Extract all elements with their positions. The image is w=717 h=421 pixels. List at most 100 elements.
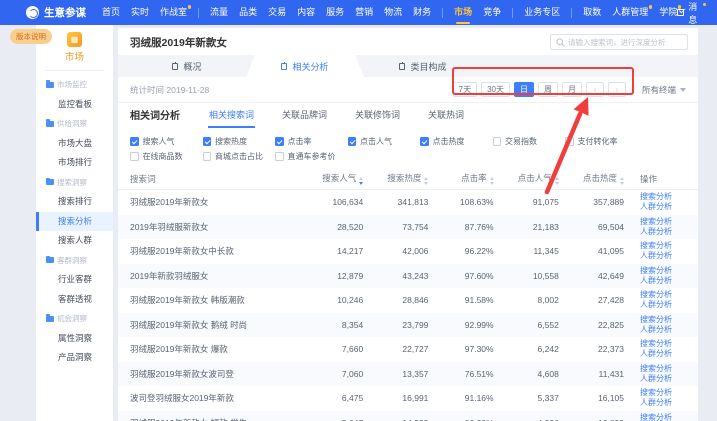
tab-相关分析[interactable]: 相关分析 [246,55,364,77]
checkbox-搜索人气[interactable]: 搜索人气 [130,136,203,147]
word-tab-关联修饰词[interactable]: 关联修饰词 [354,104,401,128]
action-link-搜索分析[interactable]: 搜索分析 [640,315,686,325]
nav-item-营销[interactable]: 营销 [355,0,373,25]
sidebar-item-搜索分析[interactable]: 搜索分析 [36,212,113,232]
action-link-搜索分析[interactable]: 搜索分析 [640,413,686,421]
sidebar-item-客群透视[interactable]: 客群透视 [36,290,113,310]
nav-item-业务专区[interactable]: 业务专区 [524,0,560,25]
checkbox-搜索热度[interactable]: 搜索热度 [203,136,276,147]
checkbox-box[interactable] [130,152,139,161]
checkbox-点击率[interactable]: 点击率 [275,136,348,147]
range-button-周[interactable]: 周 [538,82,558,97]
range-button-7天[interactable]: 7天 [453,82,477,97]
word-tab-关联品牌词[interactable]: 关联品牌词 [281,104,328,128]
sidebar-item-属性洞察[interactable]: 属性洞察 [36,329,113,349]
nav-item-财务[interactable]: 财务 [413,0,431,25]
action-link-搜索分析[interactable]: 搜索分析 [640,364,686,374]
metric-cell-search_popularity: 7,660 [298,344,363,354]
action-link-人群分析[interactable]: 人群分析 [640,300,686,310]
sidebar: ▦ 市场 市场监控监控看板供给洞察市场大盘市场排行搜索洞察搜索排行搜索分析搜索人… [36,25,113,421]
nav-item-物流[interactable]: 物流 [384,0,402,25]
range-button-日[interactable]: 日 [514,82,534,97]
action-link-人群分析[interactable]: 人群分析 [640,349,686,359]
nav-item-作战室[interactable]: 作战室 [160,0,187,25]
action-link-人群分析[interactable]: 人群分析 [640,227,686,237]
checkbox-box[interactable] [420,137,429,146]
action-link-人群分析[interactable]: 人群分析 [640,276,686,286]
sidebar-item-行业客群[interactable]: 行业客群 [36,270,113,290]
tab-类目构成[interactable]: 类目构成 [364,55,482,77]
word-tab-关联热词[interactable]: 关联热词 [427,104,465,128]
metric-cell-click_popularity: 6,242 [494,344,559,354]
nav-item-品类[interactable]: 品类 [239,0,257,25]
range-button-月[interactable]: 月 [562,82,582,97]
checkbox-box[interactable] [275,152,284,161]
nav-item-市场[interactable]: 市场 [454,0,472,25]
table-header-点击热度[interactable]: 点击热度 [559,172,624,185]
search-input[interactable] [568,38,682,47]
nav-item-实时[interactable]: 实时 [131,0,149,25]
checkbox-box[interactable] [203,152,212,161]
action-link-搜索分析[interactable]: 搜索分析 [640,339,686,349]
sidebar-item-搜索排行[interactable]: 搜索排行 [36,192,113,212]
checkbox-box[interactable] [565,137,574,146]
sidebar-item-监控看板[interactable]: 监控看板 [36,95,113,115]
nav-item-交易[interactable]: 交易 [268,0,286,25]
messages-button[interactable]: 消息 [677,0,705,26]
checkbox-box[interactable] [493,137,502,146]
nav-item-流量[interactable]: 流量 [210,0,228,25]
metric-cell-search_heat: 22,727 [363,344,428,354]
app-logo[interactable]: 生意参谋 [26,5,86,20]
nav-divider [512,8,513,18]
range-button-30天[interactable]: 30天 [481,82,510,97]
checkbox-点击热度[interactable]: 点击热度 [420,136,493,147]
checkbox-点击人气[interactable]: 点击人气 [348,136,421,147]
sidebar-item-产品洞察[interactable]: 产品洞察 [36,348,113,368]
nav-item-内容[interactable]: 内容 [297,0,315,25]
folder-icon [46,82,54,88]
checkbox-label: 点击热度 [433,136,465,147]
action-link-搜索分析[interactable]: 搜索分析 [640,290,686,300]
action-link-搜索分析[interactable]: 搜索分析 [640,266,686,276]
nav-item-人群管理[interactable]: 人群管理 [612,0,648,25]
table-header-搜索热度[interactable]: 搜索热度 [363,172,428,185]
action-link-搜索分析[interactable]: 搜索分析 [640,217,686,227]
nav-item-服务[interactable]: 服务 [326,0,344,25]
version-badge[interactable]: 版本说明 [10,29,52,44]
metric-cell-click_heat: 42,649 [559,271,624,281]
tab-概况[interactable]: 概况 [128,55,246,77]
nav-item-取数[interactable]: 取数 [583,0,601,25]
action-link-人群分析[interactable]: 人群分析 [640,398,686,408]
word-tab-相关搜索词[interactable]: 相关搜索词 [208,104,255,128]
checkbox-商城点击占比[interactable]: 商城点击占比 [203,151,276,162]
checkbox-交易指数[interactable]: 交易指数 [493,136,566,147]
checkbox-直通车参考价[interactable]: 直通车参考价 [275,151,348,162]
action-link-搜索分析[interactable]: 搜索分析 [640,241,686,251]
table-header-点击率[interactable]: 点击率 [428,172,493,185]
range-button-‹[interactable]: ‹ [586,82,604,97]
action-link-人群分析[interactable]: 人群分析 [640,325,686,335]
table-header-点击人气[interactable]: 点击人气 [494,172,559,185]
action-link-人群分析[interactable]: 人群分析 [640,202,686,212]
terminal-dropdown[interactable]: 所有终端 [642,84,686,96]
range-button-›[interactable]: › [608,82,626,97]
keyword-search-box[interactable] [550,34,688,50]
checkbox-支付转化率[interactable]: 支付转化率 [565,136,638,147]
nav-item-学院[interactable]: 学院 [659,0,677,25]
action-link-人群分析[interactable]: 人群分析 [640,374,686,384]
sidebar-item-市场大盘[interactable]: 市场大盘 [36,134,113,154]
nav-item-竞争[interactable]: 竞争 [483,0,501,25]
checkbox-box[interactable] [348,137,357,146]
nav-item-首页[interactable]: 首页 [102,0,120,25]
action-link-人群分析[interactable]: 人群分析 [640,251,686,261]
sidebar-item-市场排行[interactable]: 市场排行 [36,153,113,173]
checkbox-box[interactable] [130,137,139,146]
checkbox-在线商品数[interactable]: 在线商品数 [130,151,203,162]
action-link-搜索分析[interactable]: 搜索分析 [640,388,686,398]
action-link-搜索分析[interactable]: 搜索分析 [640,192,686,202]
table-header-搜索人气[interactable]: 搜索人气 [298,172,363,185]
sidebar-item-搜索人群[interactable]: 搜索人群 [36,231,113,251]
checkbox-box[interactable] [203,137,212,146]
checkbox-box[interactable] [275,137,284,146]
date-range-controls: 7天 30天日周月 ‹ › 所有终端 [453,82,686,97]
